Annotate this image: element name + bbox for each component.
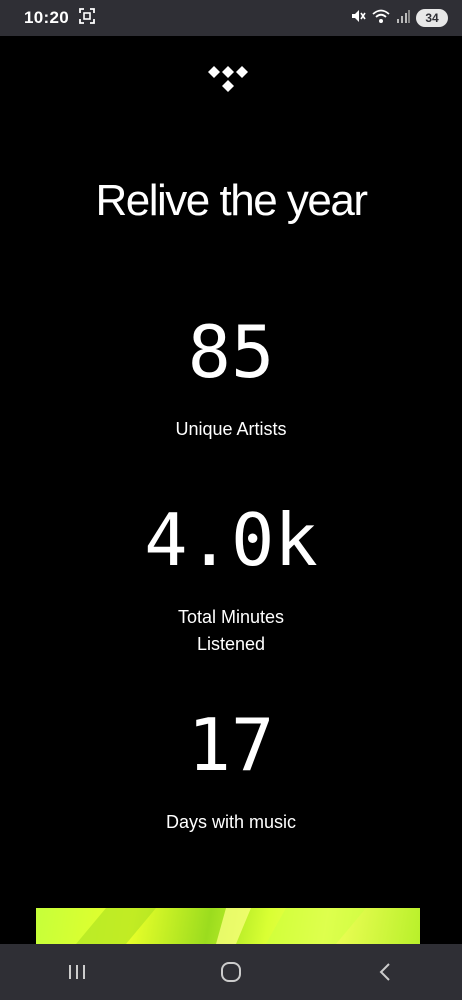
stat-days-with-music: 17 Days with music [0, 709, 462, 836]
navigation-bar [0, 944, 462, 1000]
battery-icon: 34 [416, 9, 448, 27]
stat-label-line: Unique Artists [175, 419, 287, 439]
stat-label: Total Minutes Listened [0, 604, 462, 658]
page-title: Relive the year [95, 176, 368, 225]
back-icon [379, 963, 390, 981]
mute-icon [350, 8, 366, 29]
stat-label-line: Total Minutes [177, 607, 285, 627]
stat-label-line: Listened [196, 634, 266, 654]
home-button[interactable] [201, 952, 261, 992]
stat-label: Days with music [0, 809, 462, 836]
stat-value: 4.0k [144, 498, 318, 582]
promo-graphic [76, 908, 366, 944]
status-time: 10:20 [24, 8, 69, 27]
stat-unique-artists: 85 Unique Artists [0, 316, 462, 443]
stat-total-minutes: 4.0k Total Minutes Listened [0, 504, 462, 658]
recent-apps-icon [69, 965, 85, 979]
stat-label-line: Days with music [165, 812, 297, 832]
stat-value: 85 [187, 310, 275, 394]
status-bar: 10:20 34 [0, 0, 462, 36]
recent-apps-button[interactable] [47, 952, 107, 992]
wifi-icon [372, 8, 390, 29]
stat-value: 17 [187, 703, 275, 787]
promo-card[interactable] [36, 908, 420, 944]
stat-label: Unique Artists [0, 416, 462, 443]
screenshot-icon [79, 7, 95, 29]
back-button[interactable] [355, 952, 415, 992]
tidal-logo-icon [208, 66, 248, 92]
home-icon [221, 962, 241, 982]
signal-icon [396, 9, 410, 28]
